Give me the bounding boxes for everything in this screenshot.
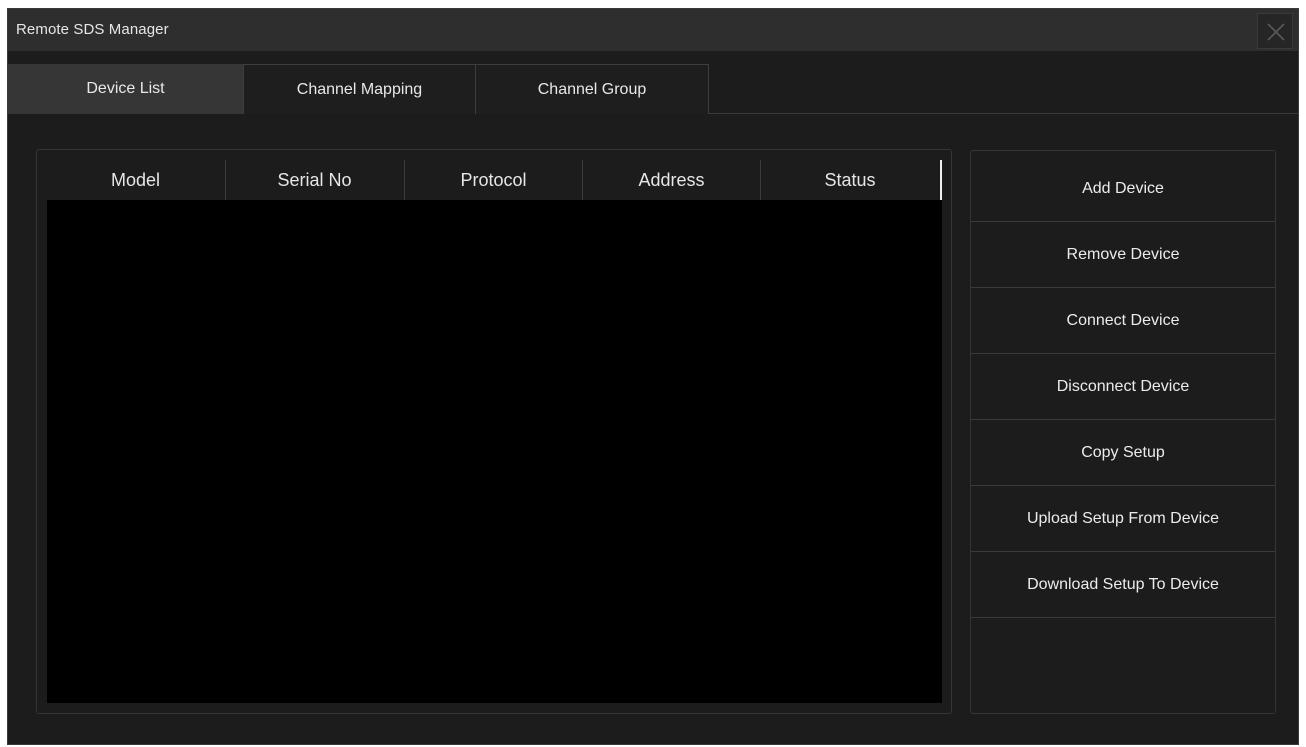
column-header-model[interactable]: Model <box>47 160 224 200</box>
copy-setup-button[interactable]: Copy Setup <box>971 420 1275 486</box>
add-device-button[interactable]: Add Device <box>971 156 1275 222</box>
disconnect-device-button[interactable]: Disconnect Device <box>971 354 1275 420</box>
column-header-serial-no[interactable]: Serial No <box>226 160 403 200</box>
column-resize-handle[interactable] <box>940 160 942 200</box>
tab-bar: Device List Channel Mapping Channel Grou… <box>8 64 1298 114</box>
column-header-address[interactable]: Address <box>583 160 760 200</box>
tab-channel-mapping[interactable]: Channel Mapping <box>243 64 476 114</box>
title-bar: Remote SDS Manager <box>8 9 1298 51</box>
column-header-protocol[interactable]: Protocol <box>405 160 582 200</box>
device-table-body[interactable] <box>47 200 942 703</box>
tab-device-list[interactable]: Device List <box>8 64 243 114</box>
download-setup-to-device-button[interactable]: Download Setup To Device <box>971 552 1275 618</box>
remote-sds-manager-window: Remote SDS Manager Device List Channel M… <box>7 8 1299 745</box>
close-icon <box>1267 23 1285 41</box>
table-header: Model Serial No Protocol Address Status <box>47 160 942 200</box>
connect-device-button[interactable]: Connect Device <box>971 288 1275 354</box>
upload-setup-from-device-button[interactable]: Upload Setup From Device <box>971 486 1275 552</box>
close-button[interactable] <box>1257 13 1293 49</box>
window-title: Remote SDS Manager <box>16 21 169 38</box>
remove-device-button[interactable]: Remove Device <box>971 222 1275 288</box>
column-header-status[interactable]: Status <box>761 160 939 200</box>
tab-channel-group[interactable]: Channel Group <box>475 64 709 114</box>
device-table-panel: Model Serial No Protocol Address Status <box>36 149 952 714</box>
device-actions-panel: Add Device Remove Device Connect Device … <box>970 150 1276 714</box>
